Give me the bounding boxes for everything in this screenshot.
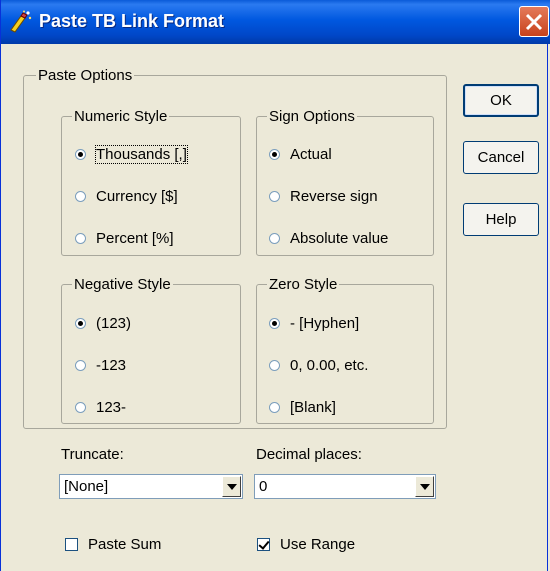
- radio-currency-label: Currency [$]: [96, 187, 178, 205]
- chevron-down-icon[interactable]: [415, 476, 434, 497]
- radio-thousands-label: Thousands [,]: [95, 144, 188, 164]
- radio-indicator: [269, 317, 280, 329]
- radio-zero-label: 0, 0.00, etc.: [290, 356, 369, 374]
- paste-sum-checkbox[interactable]: Paste Sum: [65, 534, 161, 554]
- radio-parentheses-label: (123): [96, 314, 132, 332]
- truncate-select[interactable]: [None]: [59, 474, 243, 499]
- radio-trailing-minus[interactable]: 123-: [75, 397, 126, 417]
- truncate-label: Truncate:: [61, 446, 124, 463]
- use-range-checkbox[interactable]: Use Range: [257, 534, 355, 554]
- sign-options-label: Sign Options: [267, 108, 357, 125]
- radio-reverse-sign[interactable]: Reverse sign: [269, 186, 378, 206]
- radio-leading-minus-label: -123: [96, 356, 127, 374]
- close-button[interactable]: [519, 6, 549, 37]
- paste-tb-link-format-dialog: Paste TB Link Format Paste Options Numer…: [0, 0, 550, 571]
- paste-sum-label: Paste Sum: [88, 535, 162, 553]
- radio-absolute-value[interactable]: Absolute value: [269, 228, 388, 248]
- radio-indicator: [75, 359, 86, 371]
- radio-actual-label: Actual: [290, 145, 332, 163]
- radio-percent[interactable]: Percent [%]: [75, 228, 174, 248]
- radio-trailing-minus-label: 123-: [96, 398, 127, 416]
- radio-indicator: [75, 317, 86, 329]
- cancel-button[interactable]: Cancel: [463, 141, 539, 174]
- radio-indicator: [75, 148, 86, 160]
- zero-style-label: Zero Style: [267, 276, 340, 293]
- radio-hyphen[interactable]: - [Hyphen]: [269, 313, 359, 333]
- radio-indicator: [269, 148, 280, 160]
- radio-percent-label: Percent [%]: [96, 229, 174, 247]
- magic-wand-icon: [9, 10, 33, 34]
- radio-zero[interactable]: 0, 0.00, etc.: [269, 355, 368, 375]
- decimal-places-select[interactable]: 0: [254, 474, 436, 499]
- radio-absolute-value-label: Absolute value: [290, 229, 389, 247]
- radio-hyphen-label: - [Hyphen]: [290, 314, 360, 332]
- window-title: Paste TB Link Format: [39, 11, 225, 31]
- use-range-label: Use Range: [280, 535, 356, 553]
- radio-indicator: [269, 232, 280, 244]
- radio-reverse-sign-label: Reverse sign: [290, 187, 378, 205]
- title-bar[interactable]: Paste TB Link Format: [1, 0, 550, 44]
- checkbox-box: [65, 537, 78, 551]
- radio-indicator: [269, 190, 280, 202]
- radio-indicator: [75, 232, 86, 244]
- radio-currency[interactable]: Currency [$]: [75, 186, 178, 206]
- radio-thousands[interactable]: Thousands [,]: [75, 144, 188, 164]
- help-button[interactable]: Help: [463, 203, 539, 236]
- paste-options-label: Paste Options: [36, 67, 135, 84]
- checkbox-box: [257, 537, 270, 551]
- radio-indicator: [75, 401, 86, 413]
- close-icon: [525, 13, 543, 31]
- radio-indicator: [269, 359, 280, 371]
- radio-leading-minus[interactable]: -123: [75, 355, 126, 375]
- chevron-down-icon[interactable]: [222, 476, 241, 497]
- radio-blank[interactable]: [Blank]: [269, 397, 336, 417]
- radio-parentheses[interactable]: (123): [75, 313, 131, 333]
- negative-style-label: Negative Style: [72, 276, 173, 293]
- decimal-places-value: 0: [259, 478, 268, 495]
- ok-button[interactable]: OK: [463, 84, 539, 117]
- decimal-places-label: Decimal places:: [256, 446, 362, 463]
- truncate-value: [None]: [64, 478, 109, 495]
- radio-blank-label: [Blank]: [290, 398, 336, 416]
- radio-indicator: [269, 401, 280, 413]
- numeric-style-label: Numeric Style: [72, 108, 170, 125]
- radio-actual[interactable]: Actual: [269, 144, 332, 164]
- radio-indicator: [75, 190, 86, 202]
